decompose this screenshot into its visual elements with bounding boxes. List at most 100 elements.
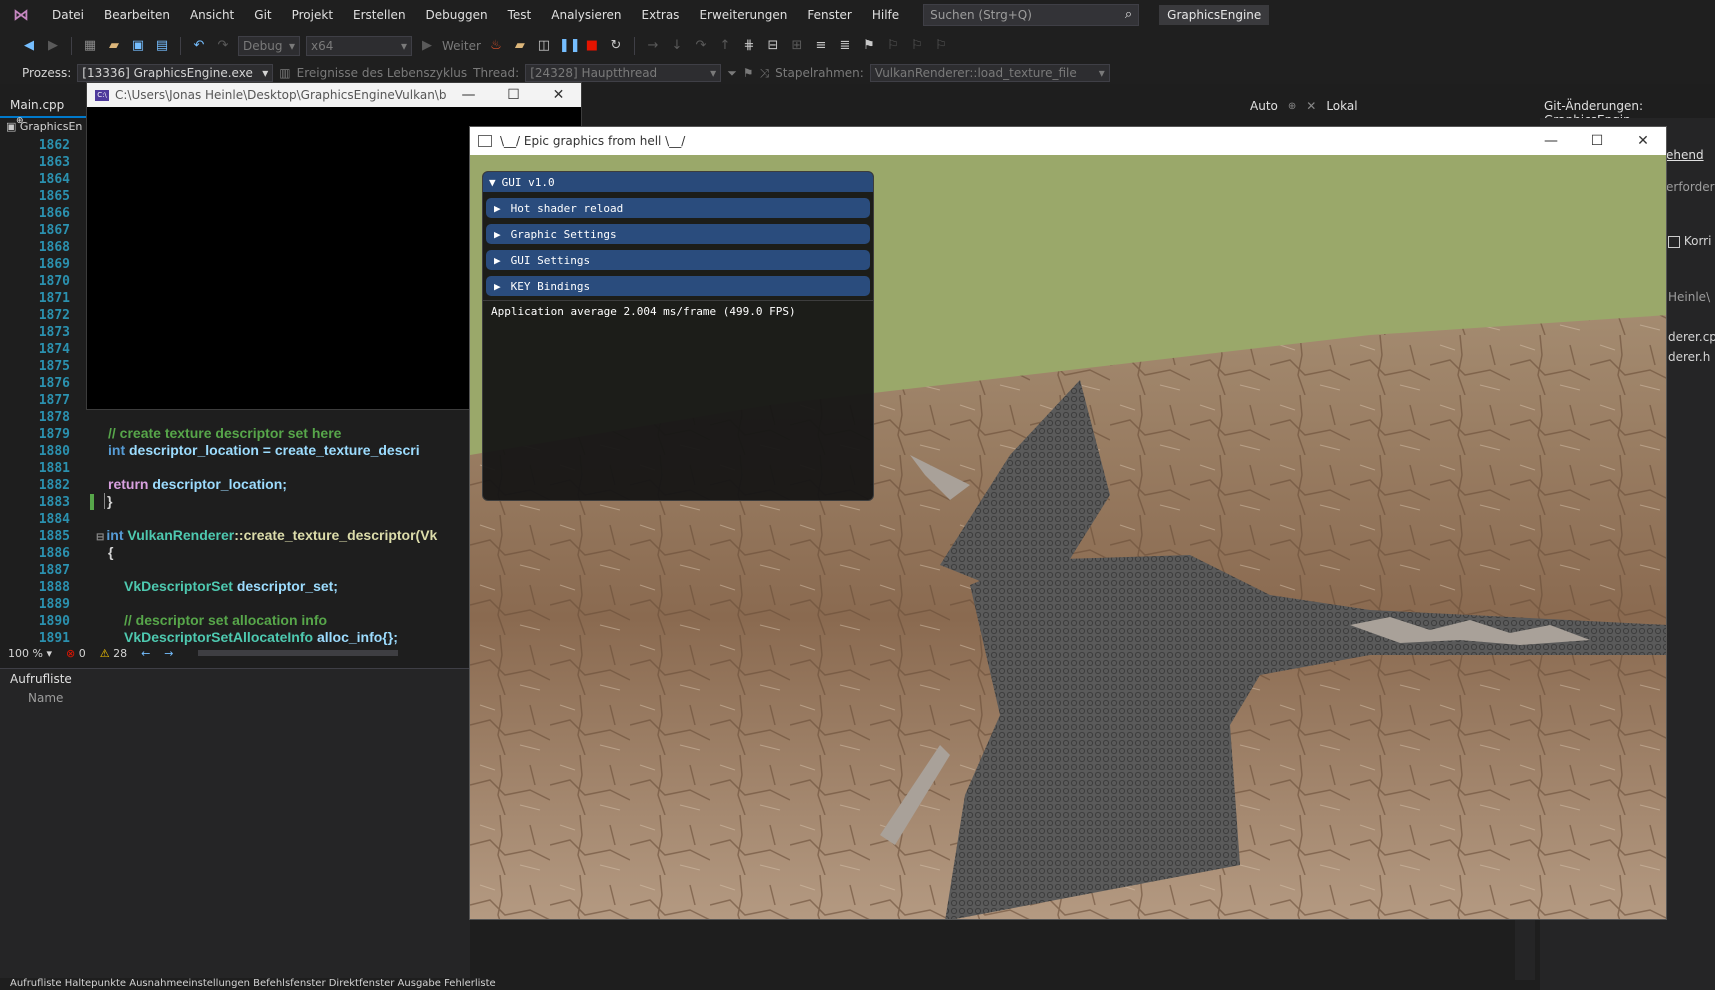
menu-projekt[interactable]: Projekt bbox=[282, 0, 343, 30]
indent-icon[interactable]: ≡ bbox=[812, 37, 830, 55]
step-into-icon[interactable]: ↓ bbox=[668, 37, 686, 55]
header-graphic-settings[interactable]: ▶ Graphic Settings bbox=[486, 224, 870, 244]
game-window[interactable]: \__/ Epic graphics from hell \__/ — ☐ ✕ … bbox=[469, 126, 1667, 920]
lifecycle-events-icon[interactable]: ▥ bbox=[279, 66, 290, 80]
changed-file-cpp[interactable]: derer.cpp bbox=[1668, 330, 1715, 344]
filter-icon[interactable]: ⏷ bbox=[727, 66, 737, 81]
outline-icon[interactable]: ⊞ bbox=[788, 37, 806, 55]
redo-icon[interactable]: ↷ bbox=[214, 37, 232, 55]
continue-icon[interactable]: ▶ bbox=[418, 37, 436, 55]
maximize-icon[interactable]: ☐ bbox=[1574, 133, 1620, 149]
horizontal-scrollbar[interactable] bbox=[197, 650, 398, 656]
imgui-titlebar[interactable]: ▼ GUI v1.0 bbox=[483, 172, 873, 192]
close-icon[interactable]: ✕ bbox=[1620, 133, 1666, 149]
menu-extras[interactable]: Extras bbox=[632, 0, 690, 30]
minimize-icon[interactable]: — bbox=[446, 87, 491, 103]
imgui-window[interactable]: ▼ GUI v1.0 ▶ Hot shader reload ▶ Graphic… bbox=[482, 171, 874, 501]
thread-select[interactable]: [24328] Hauptthread ▾ bbox=[525, 64, 722, 82]
zoom-select[interactable]: 100 % ▾ bbox=[8, 647, 52, 660]
toolbar-separator bbox=[633, 37, 635, 55]
menu-analysieren[interactable]: Analysieren bbox=[541, 0, 631, 30]
minimize-icon[interactable]: — bbox=[1528, 133, 1574, 149]
call-stack-column-name[interactable]: Name bbox=[0, 689, 470, 707]
changed-file-h[interactable]: derer.h bbox=[1668, 350, 1710, 364]
menu-fenster[interactable]: Fenster bbox=[797, 0, 862, 30]
bookmark-icon[interactable]: ⚑ bbox=[860, 37, 878, 55]
menu-hilfe[interactable]: Hilfe bbox=[862, 0, 909, 30]
collapse-triangle-icon[interactable]: ▼ bbox=[489, 176, 496, 189]
pause-icon[interactable]: ❚❚ bbox=[559, 37, 581, 55]
menu-datei[interactable]: Datei bbox=[42, 0, 94, 30]
screenshot-icon[interactable]: ◫ bbox=[535, 37, 553, 55]
lifecycle-events-button[interactable]: Ereignisse des Lebenszyklus bbox=[297, 66, 468, 80]
window-controls: — ☐ ✕ bbox=[1528, 133, 1666, 149]
menu-erweiterungen[interactable]: Erweiterungen bbox=[689, 0, 797, 30]
restart-icon[interactable]: ↻ bbox=[607, 37, 625, 55]
show-next-statement-icon[interactable]: → bbox=[644, 37, 662, 55]
navigate-back-icon[interactable]: ← bbox=[141, 647, 150, 660]
close-icon[interactable]: ✕ bbox=[536, 87, 581, 103]
stackframe-select[interactable]: VulkanRenderer::load_texture_file ▾ bbox=[869, 64, 1110, 82]
tab-lokal[interactable]: Lokal bbox=[1326, 99, 1357, 113]
undo-icon[interactable]: ↶ bbox=[190, 37, 208, 55]
project-navigation-select[interactable]: ▣ GraphicsEn bbox=[6, 120, 88, 138]
tab-auto[interactable]: Auto bbox=[1250, 99, 1278, 113]
bookmark-next-icon[interactable]: ⚐ bbox=[908, 37, 926, 55]
code-statement: alloc_info{}; bbox=[316, 629, 398, 645]
imgui-title: GUI v1.0 bbox=[501, 175, 555, 189]
header-key-bindings[interactable]: ▶ KEY Bindings bbox=[486, 276, 870, 296]
menu-git[interactable]: Git bbox=[244, 0, 281, 30]
continue-button[interactable]: Weiter bbox=[442, 39, 481, 53]
collapse-icon[interactable]: ⊟ bbox=[96, 532, 104, 543]
code-brace: { bbox=[108, 544, 114, 560]
browse-icon[interactable]: ▰ bbox=[511, 37, 529, 55]
pin-icon[interactable]: ⊕ bbox=[1288, 101, 1296, 112]
change-marker bbox=[90, 494, 94, 510]
header-gui-settings[interactable]: ▶ GUI Settings bbox=[486, 250, 870, 270]
back-icon[interactable]: ◀ bbox=[20, 37, 38, 55]
step-over-icon[interactable]: ↷ bbox=[692, 37, 710, 55]
menu-bearbeiten[interactable]: Bearbeiten bbox=[94, 0, 180, 30]
error-count[interactable]: ⊗ 0 bbox=[66, 647, 86, 660]
navigate-forward-icon[interactable]: → bbox=[164, 647, 173, 660]
process-select[interactable]: [13336] GraphicsEngine.exe ▾ bbox=[77, 64, 274, 82]
search-input[interactable]: Suchen (Strg+Q) ⌕ bbox=[923, 4, 1140, 26]
menu-debuggen[interactable]: Debuggen bbox=[416, 0, 498, 30]
chevron-down-icon: ▾ bbox=[262, 66, 269, 80]
platform-select[interactable]: x64 ▾ bbox=[306, 36, 412, 56]
open-folder-icon[interactable]: ▰ bbox=[105, 37, 123, 55]
menu-test[interactable]: Test bbox=[498, 0, 542, 30]
bottom-tool-tabs[interactable]: Aufrufliste Haltepunkte Ausnahmeeinstell… bbox=[0, 978, 1715, 990]
game-titlebar[interactable]: \__/ Epic graphics from hell \__/ — ☐ ✕ bbox=[470, 127, 1666, 155]
visual-studio-logo-icon[interactable]: ⋈ bbox=[10, 6, 32, 24]
bookmark-prev-icon[interactable]: ⚐ bbox=[884, 37, 902, 55]
new-item-icon[interactable]: ▦ bbox=[81, 37, 99, 55]
code-statement: descriptor_location = create_texture_des… bbox=[129, 442, 420, 458]
vertical-scrollbar[interactable] bbox=[1515, 920, 1535, 980]
configuration-select[interactable]: Debug ▾ bbox=[238, 36, 300, 56]
save-icon[interactable]: ▣ bbox=[129, 37, 147, 55]
format-icon[interactable]: ⊟ bbox=[764, 37, 782, 55]
stop-icon[interactable]: ■ bbox=[583, 37, 601, 55]
step-out-icon[interactable]: ↑ bbox=[716, 37, 734, 55]
amend-checkbox[interactable]: Korri bbox=[1668, 234, 1711, 248]
git-link[interactable]: ehend bbox=[1666, 148, 1704, 162]
outdent-icon[interactable]: ≣ bbox=[836, 37, 854, 55]
forward-icon[interactable]: ▶ bbox=[44, 37, 62, 55]
save-all-icon[interactable]: ▤ bbox=[153, 37, 171, 55]
close-icon[interactable]: ✕ bbox=[1306, 99, 1316, 113]
code-statement: descriptor_location; bbox=[152, 476, 287, 492]
maximize-icon[interactable]: ☐ bbox=[491, 87, 536, 103]
hot-reload-icon[interactable]: ♨ bbox=[487, 37, 505, 55]
menu-erstellen[interactable]: Erstellen bbox=[343, 0, 416, 30]
header-hot-shader-reload[interactable]: ▶ Hot shader reload bbox=[486, 198, 870, 218]
tab-main-cpp[interactable]: Main.cpp ⊕ bbox=[0, 96, 88, 126]
console-titlebar[interactable]: C:\ C:\Users\Jonas Heinle\Desktop\Graphi… bbox=[87, 83, 581, 107]
menu-ansicht[interactable]: Ansicht bbox=[180, 0, 244, 30]
autos-panel-header: Auto ⊕ ✕ Lokal bbox=[1250, 96, 1540, 116]
checkbox-icon bbox=[1668, 235, 1680, 248]
warning-count[interactable]: ⚠ 28 bbox=[100, 647, 127, 660]
bookmark-clear-icon[interactable]: ⚐ bbox=[932, 37, 950, 55]
flag-thread-icon[interactable]: ⚑ bbox=[743, 66, 754, 80]
threads-icon[interactable]: ⋕ bbox=[740, 37, 758, 55]
